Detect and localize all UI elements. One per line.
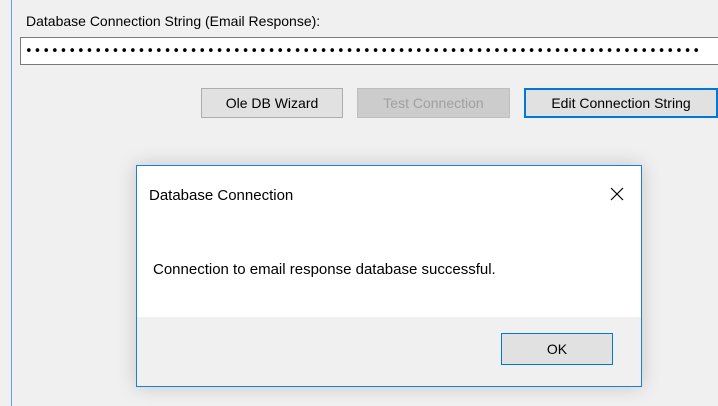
panel-left-border	[11, 0, 12, 406]
ok-button[interactable]: OK	[501, 333, 613, 365]
dialog-footer: OK	[137, 317, 641, 386]
edit-connection-string-button[interactable]: Edit Connection String	[524, 88, 718, 118]
close-icon-glyph	[610, 187, 624, 201]
connection-string-label: Database Connection String (Email Respon…	[26, 13, 321, 29]
connection-settings-panel: Database Connection String (Email Respon…	[0, 0, 718, 406]
dialog-title: Database Connection	[149, 187, 294, 204]
close-icon[interactable]	[603, 180, 631, 208]
ole-db-wizard-button[interactable]: Ole DB Wizard	[201, 88, 343, 118]
dialog-message: Connection to email response database su…	[153, 261, 496, 278]
connection-string-field[interactable]	[20, 37, 718, 65]
database-connection-dialog: Database Connection Connection to email …	[136, 165, 642, 387]
test-connection-button[interactable]: Test Connection	[357, 88, 510, 118]
